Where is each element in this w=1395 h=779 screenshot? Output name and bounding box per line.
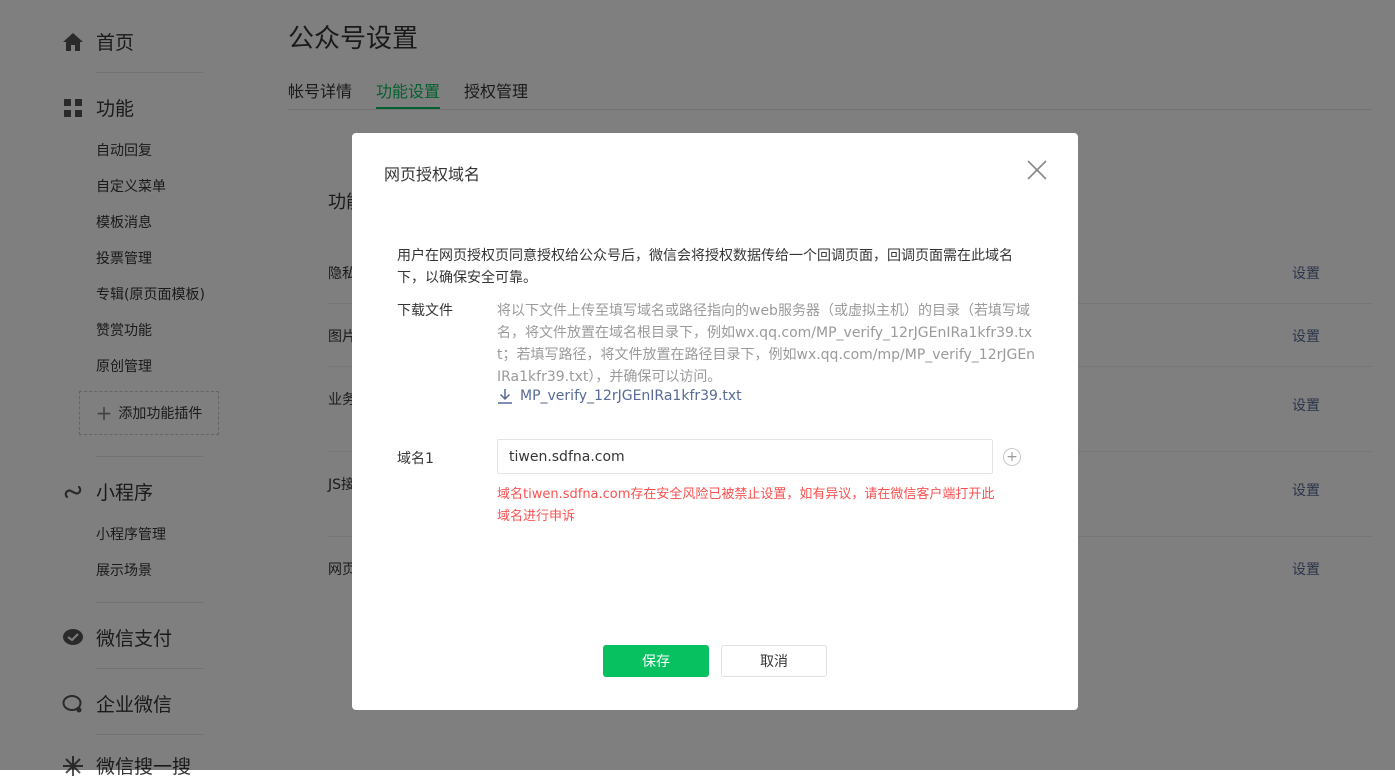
download-file-label: 下载文件	[397, 303, 453, 319]
cancel-button[interactable]: 取消	[721, 645, 827, 677]
web-auth-domain-dialog: 网页授权域名 用户在网页授权页同意授权给公众号后，微信会将授权数据传给一个回调页…	[352, 133, 1078, 710]
download-instructions: 将以下文件上传至填写域名或路径指向的web服务器（或虚拟主机）的目录（若填写域名…	[497, 303, 1036, 385]
domain-label: 域名1	[397, 451, 434, 467]
close-icon[interactable]	[1026, 159, 1048, 181]
dialog-intro-text: 用户在网页授权页同意授权给公众号后，微信会将授权数据传给一个回调页面，回调页面需…	[397, 248, 1013, 286]
save-button[interactable]: 保存	[603, 645, 709, 677]
download-file-link[interactable]: MP_verify_12rJGEnIRa1kfr39.txt	[497, 388, 742, 404]
download-file-name: MP_verify_12rJGEnIRa1kfr39.txt	[520, 388, 742, 404]
add-domain-plus-icon[interactable]: +	[1003, 448, 1021, 466]
dialog-title: 网页授权域名	[384, 165, 481, 184]
download-icon	[497, 388, 513, 404]
domain-error-message: 域名tiwen.sdfna.com存在安全风险已被禁止设置，如有异议，请在微信客…	[497, 487, 995, 524]
domain-input[interactable]	[497, 439, 993, 474]
